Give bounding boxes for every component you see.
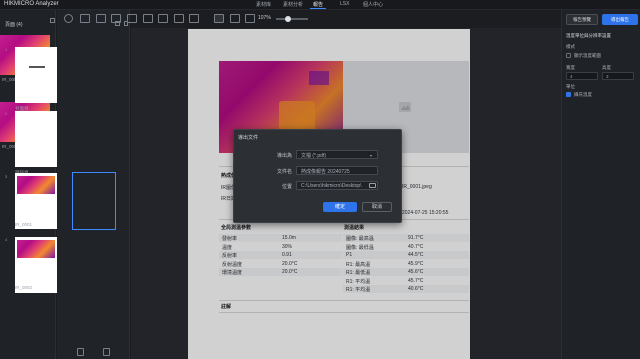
folder-icon[interactable] [369,183,376,188]
properties-panel [561,10,640,359]
page-thumb-ir0001[interactable] [15,173,57,229]
export-report-button[interactable]: 導出報告 [602,14,638,25]
page-caption-3: IR_0001 [15,222,33,227]
celsius-checkbox[interactable] [566,92,571,97]
chart-icon[interactable] [127,14,137,23]
location-input[interactable]: C:\Users\hikmicro\Desktop\ [296,181,378,190]
menu-item-4[interactable]: 個人中心 [363,1,383,8]
menu-item-2[interactable]: 報告 [313,1,323,8]
add-circle-icon[interactable] [64,14,73,23]
page-caption-4: IR_0002 [15,285,33,290]
width-label: 寬度 [566,65,575,70]
settings-section-title: 溫度單位與分辨率設置 [566,33,611,38]
image-frame-icon[interactable] [189,14,199,23]
panel-collapse-icon[interactable] [50,18,55,23]
height-label: 高度 [602,65,611,70]
page-list-title: 頁面 (4) [5,22,23,28]
align-left-icon[interactable] [214,14,224,23]
table-icon[interactable] [96,14,106,23]
align-right-icon[interactable] [245,14,255,23]
page-number-2: 2 [5,111,8,116]
zoom-slider-handle[interactable] [285,15,291,22]
menu-item-0[interactable]: 素材库 [256,1,271,8]
page-thumb-thermal-mini-2 [17,240,55,258]
align-center-icon[interactable] [230,14,240,23]
export-format-label: 導出為 [276,153,292,159]
chevron-down-icon: ▾ [370,153,373,158]
width-input[interactable]: 4 [566,72,598,80]
text-box-icon[interactable] [80,14,90,23]
page-number-4: 4 [5,237,8,242]
style-label: 樣式 [566,44,575,49]
menu-item-3[interactable]: LSX [340,1,349,7]
page-thumb-toc[interactable] [15,111,57,167]
unit-label: 單位 [566,84,575,89]
export-format-select[interactable]: 文檔 (*.pdf) [296,150,378,159]
location-label: 位置 [281,184,292,190]
app-window: HIKMICRO Analyzer IR_0002.jpeg IR_0003.j… [0,0,640,359]
file-name-label: 文件名 [276,169,292,175]
active-menu-indicator [310,8,326,9]
zoom-slider-track[interactable] [276,18,308,20]
cover-title-mark [29,66,45,68]
app-title: HIKMICRO Analyzer [4,1,59,7]
file-name-input[interactable]: 熱成像報告 20240725 [296,166,378,175]
layout-icon[interactable] [158,14,168,23]
zoom-level: 107% [258,15,271,21]
image-icon[interactable] [111,14,121,23]
height-input[interactable]: 3 [602,72,634,80]
add-page-icon[interactable] [77,348,84,356]
menu-item-1[interactable]: 素材分析 [283,1,303,8]
page-thumb-selected-frame [72,172,116,230]
show-range-label: 顯示溫度範圍 [574,53,601,58]
page-number-1: 1 [5,47,8,52]
report-preview-button[interactable]: 報告預覽 [566,14,598,25]
celsius-label: 攝氏溫度 [574,92,592,97]
confirm-button[interactable]: 確定 [323,202,357,212]
database-icon[interactable] [143,14,153,23]
page-thumb-thermal-mini [17,176,55,194]
page-number-3: 3 [5,174,8,179]
show-range-checkbox[interactable] [566,53,571,58]
export-dialog-title: 導出文件 [238,135,259,141]
page-thumb-cover[interactable] [15,47,57,103]
import-page-icon[interactable] [103,348,110,356]
grid-icon[interactable] [174,14,184,23]
cancel-button[interactable]: 取消 [362,202,392,212]
